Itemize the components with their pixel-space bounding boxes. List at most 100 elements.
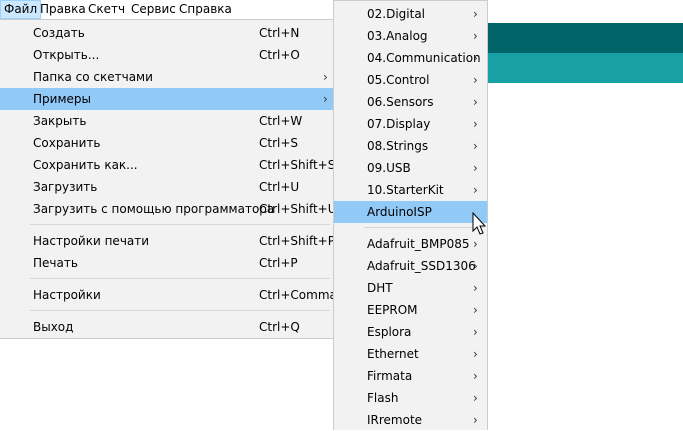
menu-item[interactable]: Настройки печати Ctrl+Shift+P <box>0 230 335 252</box>
chevron-right-icon: › <box>323 92 328 106</box>
menu-item-label: Выход <box>33 320 74 334</box>
menu-item[interactable]: ArduinoISP <box>334 201 487 223</box>
menu-item-shortcut: Ctrl+Comma <box>259 288 337 302</box>
chevron-right-icon: › <box>323 70 328 84</box>
menu-item-label: Загрузить с помощью программатора <box>33 202 275 216</box>
menu-item-shortcut: Ctrl+Shift+U <box>259 202 337 216</box>
chevron-right-icon: › <box>473 73 478 87</box>
menu-item-label: Сохранить как... <box>33 158 138 172</box>
menu-item[interactable]: Сохранить Ctrl+S <box>0 132 333 154</box>
chevron-right-icon: › <box>473 117 478 131</box>
menu-item[interactable]: 02.Digital › <box>334 3 487 25</box>
chevron-right-icon: › <box>473 259 478 273</box>
chevron-right-icon: › <box>473 347 478 361</box>
mouse-pointer-icon <box>472 212 487 235</box>
menu-item[interactable]: Загрузить с помощью программатора Ctrl+Sh… <box>0 198 337 220</box>
chevron-right-icon: › <box>473 29 478 43</box>
menu-item-label: 10.StarterKit <box>367 183 444 197</box>
menu-item[interactable]: Adafruit_BMP085 › <box>334 233 487 255</box>
menu-item[interactable]: Закрыть Ctrl+W <box>0 110 333 132</box>
menu-item-label: Закрыть <box>33 114 87 128</box>
menu-item-shortcut: Ctrl+P <box>259 256 298 270</box>
chevron-right-icon: › <box>473 95 478 109</box>
menu-item[interactable]: 07.Display › <box>334 113 487 135</box>
menu-item[interactable]: Создать Ctrl+N <box>0 22 333 44</box>
chevron-right-icon: › <box>473 391 478 405</box>
chevron-right-icon: › <box>473 51 478 65</box>
chevron-right-icon: › <box>473 7 478 21</box>
menu-item[interactable]: Firmata › <box>334 365 487 387</box>
examples-submenu: 02.Digital › 03.Analog › 04.Communication › 05… <box>333 0 488 430</box>
menu-item[interactable]: Ethernet › <box>334 343 487 365</box>
menu-item[interactable]: Esplora › <box>334 321 487 343</box>
chevron-right-icon: › <box>473 139 478 153</box>
menu-item[interactable]: 08.Strings › <box>334 135 487 157</box>
menu-item-label: ArduinoISP <box>367 205 432 219</box>
menubar-item-1[interactable]: Правка <box>37 0 89 19</box>
menu-item[interactable]: Сохранить как... Ctrl+Shift+S <box>0 154 336 176</box>
menu-item-label: Примеры <box>33 92 91 106</box>
chevron-right-icon: › <box>473 325 478 339</box>
menu-item[interactable]: Flash › <box>334 387 487 409</box>
menu-separator <box>30 310 330 311</box>
menu-item-label: Создать <box>33 26 85 40</box>
menu-item-shortcut: Ctrl+W <box>259 114 303 128</box>
menu-item-label: Ethernet <box>367 347 419 361</box>
editor-tab-bar <box>488 53 683 83</box>
menu-item[interactable]: 06.Sensors › <box>334 91 487 113</box>
chevron-right-icon: › <box>473 183 478 197</box>
menu-item-label: IRremote <box>367 413 423 427</box>
menu-item[interactable]: 04.Communication › <box>334 47 487 69</box>
menu-item-shortcut: Ctrl+Q <box>259 320 300 334</box>
menu-item[interactable]: 10.StarterKit › <box>334 179 487 201</box>
chevron-right-icon: › <box>473 161 478 175</box>
chevron-right-icon: › <box>473 369 478 383</box>
menu-item-shortcut: Ctrl+Shift+S <box>259 158 336 172</box>
menu-item-label: Открыть... <box>33 48 100 62</box>
menu-item[interactable]: Настройки Ctrl+Comma <box>0 284 337 306</box>
menu-item[interactable]: 05.Control › <box>334 69 487 91</box>
menu-separator <box>30 224 330 225</box>
menu-item-label: 05.Control <box>367 73 430 87</box>
menu-item-label: 04.Communication <box>367 51 481 65</box>
menu-item-label: 09.USB <box>367 161 411 175</box>
file-menu: Создать Ctrl+N Открыть... Ctrl+O Папка со ск… <box>0 19 337 339</box>
menu-separator <box>364 227 484 228</box>
chevron-right-icon: › <box>473 413 478 427</box>
menu-item-label: 07.Display <box>367 117 431 131</box>
menu-item-label: 02.Digital <box>367 7 426 21</box>
menu-item[interactable]: DHT › <box>334 277 487 299</box>
chevron-right-icon: › <box>473 281 478 295</box>
menu-item-label: Adafruit_SSD1306 <box>367 259 476 273</box>
menu-item[interactable]: Папка со скетчами › <box>0 66 333 88</box>
menu-item[interactable]: Выход Ctrl+Q <box>0 316 333 338</box>
menu-item[interactable]: 03.Analog › <box>334 25 487 47</box>
menu-item[interactable]: 09.USB › <box>334 157 487 179</box>
menubar-item-4[interactable]: Справка <box>176 0 235 19</box>
menu-item-label: 08.Strings <box>367 139 429 153</box>
menu-item-label: 03.Analog <box>367 29 428 43</box>
menu-item-label: Adafruit_BMP085 <box>367 237 470 251</box>
menu-item[interactable]: IRremote › <box>334 409 487 431</box>
menu-item-shortcut: Ctrl+U <box>259 180 300 194</box>
menubar-item-2[interactable]: Скетч <box>85 0 128 19</box>
menu-item[interactable]: Adafruit_SSD1306 › <box>334 255 487 277</box>
menu-item-shortcut: Ctrl+S <box>259 136 299 150</box>
menubar-item-0[interactable]: Файл <box>0 0 42 19</box>
menu-item-label: Esplora <box>367 325 412 339</box>
menu-item[interactable]: Примеры › <box>0 88 333 110</box>
editor-toolbar <box>488 23 683 53</box>
menubar-item-3[interactable]: Сервис <box>128 0 179 19</box>
menu-item-label: Загрузить <box>33 180 98 194</box>
menu-item-label: DHT <box>367 281 393 295</box>
menu-item-shortcut: Ctrl+O <box>259 48 300 62</box>
menu-item[interactable]: EEPROM › <box>334 299 487 321</box>
menu-item-label: Настройки печати <box>33 234 150 248</box>
menu-item-shortcut: Ctrl+N <box>259 26 300 40</box>
menu-item-label: Flash <box>367 391 399 405</box>
menu-item[interactable]: Загрузить Ctrl+U <box>0 176 333 198</box>
menu-item-shortcut: Ctrl+Shift+P <box>259 234 335 248</box>
menu-item-label: Папка со скетчами <box>33 70 153 84</box>
menu-item[interactable]: Открыть... Ctrl+O <box>0 44 333 66</box>
menu-item[interactable]: Печать Ctrl+P <box>0 252 333 274</box>
